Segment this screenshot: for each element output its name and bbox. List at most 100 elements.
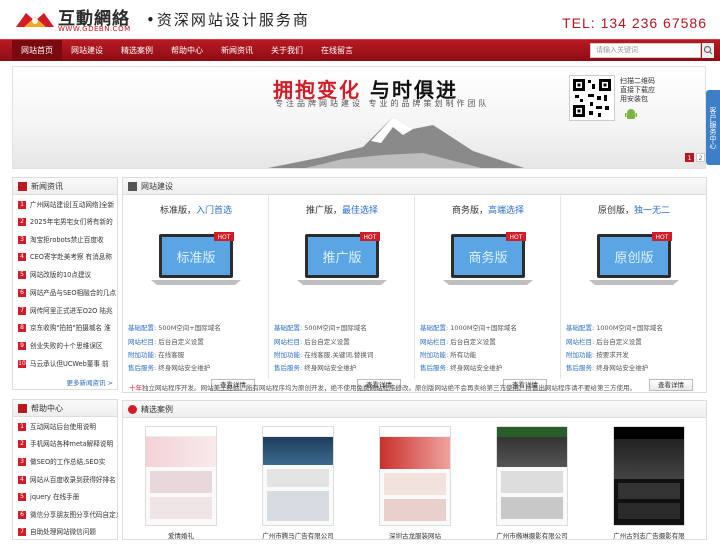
svg-text:商务版: 商务版 (468, 250, 507, 266)
hero-banner[interactable]: 拥抱变化 与时俱进 专注品牌网站建设 专业的品牌策划制作团队 扫描二维码直接下载… (12, 66, 706, 169)
svg-text:HOT: HOT (218, 234, 231, 241)
plan-spec: 附加功能: 按要求开发 (566, 351, 629, 359)
plan-card: 原创版，独一无二 原创版 HOT 基础配置: 1000M空间+国际域名 网站栏目… (561, 196, 707, 391)
help-item[interactable]: 2 手机网站各种meta解释说明 (18, 437, 118, 451)
plan-spec: 售后服务: 终身网站安全维护 (420, 364, 503, 372)
qr-code (569, 75, 615, 121)
case-card[interactable]: 爱情婚礼 (137, 426, 225, 546)
news-icon (18, 182, 27, 191)
news-item[interactable]: 4 CEO寄字赴美考察 有消息称 (18, 250, 118, 264)
nav-help[interactable]: 帮助中心 (162, 40, 212, 61)
news-panel: 新闻资讯 1 广州网站建设[互动网络]全新 2 2025年宅男宅女们将有新的 3 淘宝… (12, 177, 118, 390)
case-card[interactable]: 广州古列志广告摄影有限 (605, 426, 693, 546)
plan-spec: 网站栏目: 后台自定义设置 (420, 338, 496, 346)
help-panel-title: 帮助中心 (31, 404, 63, 413)
website-build-panel: 网站建设 标准版，入门首选 标准版 HOT 基础配置: 500M空间+国际域名 … (122, 177, 707, 393)
laptop-image[interactable]: 推广版 HOT (297, 232, 387, 286)
cases-panel: 精选案例 爱情婚礼 广州市腾马广告有限公司 深圳古龙服装网站 广州市椭琳摄影有限… (122, 400, 707, 540)
customer-service-tab[interactable]: 客户服务中心 (706, 90, 720, 165)
help-item[interactable]: 7 自助处理网站微信问题 (18, 525, 118, 539)
news-item[interactable]: 1 广州网站建设[互动网络]全新 (18, 198, 118, 212)
plan-spec: 基础配置: 1000M空间+国际域名 (420, 324, 517, 332)
help-item[interactable]: 5 jquery 在线手册 (18, 490, 118, 504)
svg-text:HOT: HOT (364, 234, 377, 241)
build-panel-title: 网站建设 (141, 182, 173, 191)
nav-website-build[interactable]: 网站建设 (62, 40, 112, 61)
news-item[interactable]: 10 马云承认但UCWeb董事 前 (18, 357, 118, 371)
plan-spec: 售后服务: 终身网站安全维护 (566, 364, 649, 372)
svg-text:标准版: 标准版 (176, 251, 215, 266)
plan-card: 推广版，最佳选择 推广版 HOT 基础配置: 500M空间+国际域名 网站栏目:… (269, 196, 415, 391)
banner-subtitle: 专注品牌网站建设 专业的品牌策划制作团队 (275, 99, 490, 108)
plan-spec: 附加功能: 在线客服 (128, 351, 185, 359)
plan-title: 原创版，独一无二 (597, 206, 671, 216)
search-icon[interactable] (702, 43, 714, 58)
help-item[interactable]: 6 微信分享朋友图分享代码自定义 (18, 508, 118, 522)
news-item[interactable]: 8 京东收购"拍拍"拍摄城名 淮 (18, 321, 118, 335)
build-panel-header: 网站建设 (123, 178, 706, 195)
help-item[interactable]: 1 互动网站后台使用说明 (18, 420, 118, 434)
laptop-image[interactable]: 标准版 HOT (151, 232, 241, 286)
nav-cases[interactable]: 精选案例 (112, 40, 162, 61)
plan-card: 商务版，高端选择 商务版 HOT 基础配置: 1000M空间+国际域名 网站栏目… (415, 196, 561, 391)
laptop-image[interactable]: 商务版 HOT (443, 232, 533, 286)
plan-title: 商务版，高端选择 (451, 206, 525, 216)
case-name[interactable]: 广州市腾马广告有限公司 (254, 530, 342, 540)
news-item[interactable]: 9 创业失败的十个思维误区 (18, 339, 118, 353)
banner-dot-1[interactable]: 1 (685, 153, 694, 162)
news-more-link[interactable]: 更多新闻资讯 > (66, 377, 113, 387)
help-panel: 帮助中心 1 互动网站后台使用说明 2 手机网站各种meta解释说明 3 做SEO的工… (12, 399, 118, 540)
nav-message[interactable]: 在线留言 (312, 40, 362, 61)
nav-about[interactable]: 关于我们 (262, 40, 312, 61)
news-item[interactable]: 5 网站改版的10点建议 (18, 268, 118, 282)
svg-text:HOT: HOT (510, 234, 523, 241)
help-item[interactable]: 4 网站从百度收录到获得好排名 (18, 473, 118, 487)
case-card[interactable]: 广州市椭琳摄影有限公司 (488, 426, 576, 546)
news-item[interactable]: 2 2025年宅男宅女们将有新的 (18, 215, 118, 229)
news-item[interactable]: 6 网站产品与SEO相融合的几点 (18, 286, 118, 300)
case-name[interactable]: 深圳古龙服装网站 (371, 530, 459, 540)
plan-card: 标准版，入门首选 标准版 HOT 基础配置: 500M空间+国际域名 网站栏目:… (123, 196, 269, 391)
build-icon (128, 182, 137, 191)
search-input[interactable]: 请输入关键词 (590, 43, 701, 58)
slogan: •资深网站设计服务商 (146, 11, 310, 29)
view-details-button[interactable]: 查看详情 (649, 379, 693, 391)
case-thumbnail[interactable] (379, 426, 451, 526)
case-thumbnail[interactable] (145, 426, 217, 526)
help-icon (18, 404, 27, 413)
plan-spec: 附加功能: 所有功能 (420, 351, 477, 359)
case-name[interactable]: 广州市椭琳摄影有限公司 (488, 530, 576, 540)
help-item[interactable]: 3 做SEO的工作总结,SEO实 (18, 455, 118, 469)
nav-home[interactable]: 网站首页 (12, 40, 62, 61)
plan-spec: 售后服务: 终身网站安全维护 (128, 364, 211, 372)
news-panel-title: 新闻资讯 (31, 182, 63, 191)
logo-icon[interactable] (14, 9, 56, 29)
news-item[interactable]: 7 网传阿里正式进军O2O 陆兆 (18, 304, 118, 318)
plan-spec: 网站栏目: 后台自定义设置 (128, 338, 204, 346)
plan-spec: 网站栏目: 后台自定义设置 (566, 338, 642, 346)
laptop-image[interactable]: 原创版 HOT (589, 232, 679, 286)
case-card[interactable]: 广州市腾马广告有限公司 (254, 426, 342, 546)
svg-text:原创版: 原创版 (614, 251, 653, 266)
plan-spec: 基础配置: 500M空间+国际域名 (274, 324, 367, 332)
logo-url: WWW.GDEBN.COM (58, 25, 131, 33)
qr-caption: 扫描二维码直接下载应用安装包 (620, 77, 655, 103)
site-header: 互動網絡 WWW.GDEBN.COM •资深网站设计服务商 TEL: 134 2… (0, 0, 720, 39)
case-thumbnail[interactable] (613, 426, 685, 526)
banner-dot-2[interactable]: 2 (696, 153, 705, 162)
cases-panel-title: 精选案例 (141, 405, 173, 414)
case-name[interactable]: 广州古列志广告摄影有限 (605, 530, 693, 540)
case-name[interactable]: 爱情婚礼 (137, 530, 225, 540)
case-card[interactable]: 深圳古龙服装网站 (371, 426, 459, 546)
case-thumbnail[interactable] (262, 426, 334, 526)
nav-news[interactable]: 新闻资讯 (212, 40, 262, 61)
android-icon (625, 109, 637, 119)
plan-title: 标准版，入门首选 (159, 206, 233, 216)
svg-text:推广版: 推广版 (322, 251, 361, 266)
main-nav: 网站首页 网站建设 精选案例 帮助中心 新闻资讯 关于我们 在线留言 请输入关键… (0, 39, 720, 61)
help-panel-header: 帮助中心 (13, 400, 117, 417)
case-thumbnail[interactable] (496, 426, 568, 526)
news-panel-header: 新闻资讯 (13, 178, 117, 195)
plan-spec: 基础配置: 500M空间+国际域名 (128, 324, 221, 332)
news-item[interactable]: 3 淘宝拒robots禁止百度收 (18, 233, 118, 247)
